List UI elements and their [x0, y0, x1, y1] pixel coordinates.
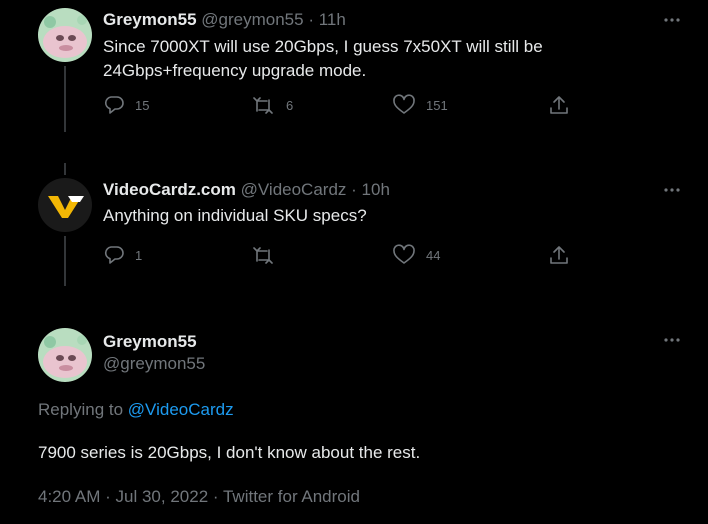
avatar-videocardz[interactable] — [38, 178, 92, 232]
tweet-time[interactable]: 10h — [362, 180, 390, 199]
separator: · — [351, 180, 357, 199]
thread-line — [64, 236, 66, 286]
share-icon — [548, 244, 570, 266]
reply-button[interactable]: 15 — [103, 93, 149, 117]
tweet-videocardz[interactable]: VideoCardz.com @VideoCardz · 10h Anythin… — [0, 170, 708, 310]
tweet-text-line: Since 7000XT will use 20Gbps, I guess 7x… — [103, 37, 543, 56]
replying-to: Replying to @VideoCardz — [38, 400, 234, 420]
retweet-button[interactable] — [250, 243, 286, 267]
reply-icon — [103, 244, 125, 266]
retweet-button[interactable]: 6 — [250, 93, 293, 117]
share-button[interactable] — [548, 243, 570, 267]
user-handle[interactable]: @greymon55 — [103, 353, 205, 375]
separator: · — [105, 487, 111, 506]
tweet-date[interactable]: Jul 30, 2022 — [116, 487, 209, 506]
share-button[interactable] — [548, 93, 570, 117]
like-icon — [392, 244, 416, 266]
tweet-timestamp[interactable]: 4:20 AM — [38, 487, 100, 506]
tweet-text: Since 7000XT will use 20Gbps, I guess 7x… — [103, 35, 663, 83]
more-icon[interactable] — [660, 10, 684, 30]
thread-line — [64, 66, 66, 132]
tweet-header: Greymon55 @greymon55 — [103, 331, 205, 375]
reply-count: 1 — [135, 247, 143, 263]
user-handle[interactable]: @VideoCardz — [241, 180, 347, 199]
avatar-greymon55[interactable] — [38, 328, 92, 382]
tweet-text: Anything on individual SKU specs? — [103, 206, 367, 225]
like-button[interactable]: 151 — [392, 93, 448, 117]
tweet-meta: 4:20 AM · Jul 30, 2022 · Twitter for And… — [38, 487, 360, 507]
user-handle[interactable]: @greymon55 — [201, 10, 303, 29]
display-name[interactable]: Greymon55 — [103, 10, 197, 29]
like-icon — [392, 94, 416, 116]
reply-count: 15 — [135, 97, 150, 113]
tweet-source[interactable]: Twitter for Android — [223, 487, 360, 506]
more-icon[interactable] — [660, 180, 684, 200]
retweet-count: 6 — [286, 97, 294, 113]
replying-prefix: Replying to — [38, 400, 124, 419]
separator: · — [212, 487, 219, 506]
share-icon — [548, 94, 570, 116]
avatar-greymon55[interactable] — [38, 8, 92, 62]
more-icon[interactable] — [660, 330, 684, 350]
retweet-icon — [250, 94, 276, 116]
display-name[interactable]: VideoCardz.com — [103, 180, 236, 199]
tweet-text-line: 24Gbps+frequency upgrade mode. — [103, 61, 367, 80]
main-tweet-text: 7900 series is 20Gbps, I don't know abou… — [38, 443, 421, 462]
like-button[interactable]: 44 — [392, 243, 440, 267]
display-name[interactable]: Greymon55 — [103, 331, 205, 353]
reply-button[interactable]: 1 — [103, 243, 142, 267]
main-tweet[interactable]: Greymon55 @greymon55 Replying to @VideoC… — [0, 320, 708, 524]
replying-to-link[interactable]: @VideoCardz — [128, 400, 234, 419]
tweet-greymon55-first[interactable]: Greymon55 @greymon55 · 11h Since 7000XT … — [0, 0, 708, 160]
like-count: 151 — [426, 97, 448, 113]
retweet-icon — [250, 244, 276, 266]
like-count: 44 — [426, 247, 441, 263]
tweet-header: VideoCardz.com @VideoCardz · 10h — [103, 180, 390, 200]
reply-icon — [103, 94, 125, 116]
tweet-time[interactable]: 11h — [319, 10, 346, 29]
separator: · — [308, 10, 314, 29]
tweet-header: Greymon55 @greymon55 · 11h — [103, 10, 346, 30]
